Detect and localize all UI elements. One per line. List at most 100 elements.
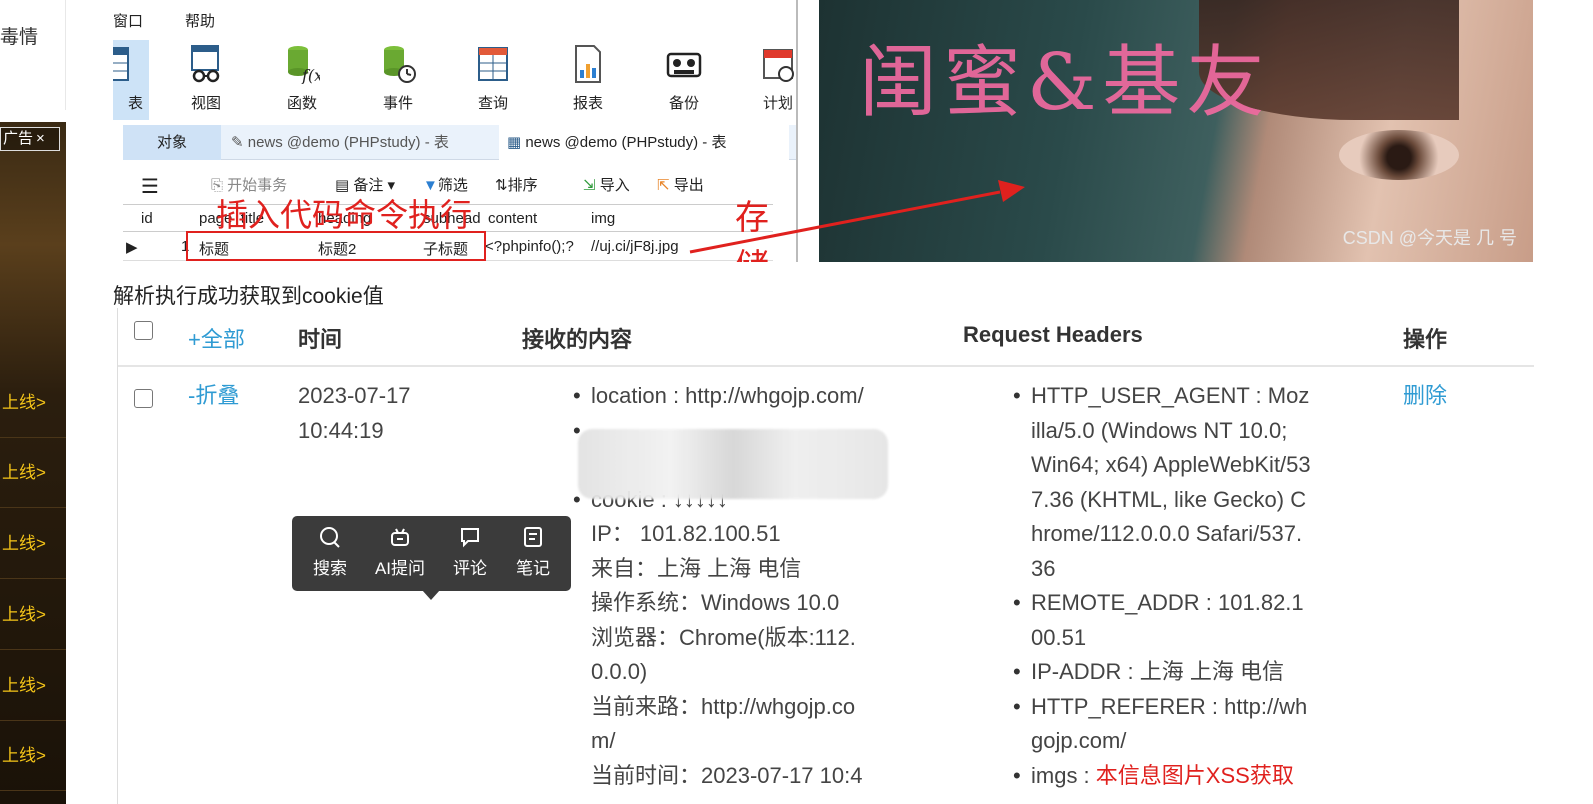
- tab-label: news @demo (PHPstudy) - 表: [247, 134, 449, 151]
- column-header-time: 时间: [298, 327, 343, 352]
- event-icon: [384, 46, 416, 83]
- ad-badge-label: 广告: [3, 130, 34, 147]
- svg-text:f(x): f(x): [301, 66, 320, 84]
- truncated-sidebar-text: 毒情: [0, 27, 39, 48]
- schedule-icon: [763, 49, 794, 82]
- popup-label: AI提问: [374, 559, 426, 578]
- header-text: 00.51: [1031, 624, 1087, 650]
- annotation-stored-xss: 存储型XSS: [735, 198, 769, 262]
- popup-search-button[interactable]: 搜索: [299, 526, 361, 579]
- content-referer: 当前来路：http://whgojp.co: [591, 693, 856, 719]
- toolbar-event-button[interactable]: 事件: [363, 40, 433, 120]
- toolbar-query-button[interactable]: 查询: [458, 40, 528, 120]
- popup-ai-button[interactable]: AI提问: [369, 526, 431, 579]
- column-header-content: 接收的内容: [522, 327, 633, 352]
- column-header-content[interactable]: content: [488, 210, 537, 227]
- comment-icon: [439, 526, 501, 554]
- expand-all-link[interactable]: +全部: [188, 322, 245, 354]
- header-text: illa/5.0 (Windows NT 10.0;: [1031, 417, 1288, 443]
- header-text: HTTP_REFERER : http://wh: [1031, 693, 1308, 719]
- header-text: imgs :: [1031, 762, 1096, 788]
- toolbar-label: 事件: [382, 95, 413, 112]
- popup-label: 搜索: [313, 559, 347, 578]
- ad-link[interactable]: 上线>: [0, 580, 66, 650]
- toolbar-schedule-button[interactable]: 计划: [743, 40, 796, 120]
- function-icon: f(x): [288, 46, 329, 85]
- tab-bar: 对象 ✎ news @demo (PHPstudy) - 表 ▦ news @d…: [123, 125, 796, 160]
- button-label: 导出: [673, 177, 704, 194]
- menu-window[interactable]: 窗口: [113, 10, 143, 31]
- menu-help[interactable]: 帮助: [185, 10, 215, 31]
- select-all-checkbox[interactable]: [134, 321, 153, 340]
- export-button[interactable]: ⇱ 导出: [657, 174, 704, 195]
- navicat-screenshot: 窗口 帮助 表 视图 f(x) 函数 事件 查询: [113, 0, 798, 262]
- popup-note-button[interactable]: 笔记: [502, 526, 564, 579]
- table-icon: ▦: [507, 134, 526, 151]
- report-icon: [575, 45, 601, 83]
- header-ip-addr: IP-ADDR : 上海 上海 电信: [1013, 655, 1343, 690]
- header-remote-addr: REMOTE_ADDR : 101.82.1 00.51: [1013, 586, 1343, 655]
- toolbar-label: 查询: [477, 95, 508, 112]
- header-text: gojp.com/: [1031, 728, 1127, 753]
- query-icon: [478, 47, 508, 81]
- toolbar-backup-button[interactable]: 备份: [649, 40, 719, 120]
- toolbar-report-button[interactable]: 报表: [553, 40, 623, 120]
- ad-badge[interactable]: 广告 ×: [0, 127, 60, 151]
- menu-bar: 窗口 帮助: [113, 0, 796, 38]
- tab-news-2[interactable]: ▦ news @demo (PHPstudy) - 表: [499, 125, 789, 160]
- header-text: Win64; x64) AppleWebKit/53: [1031, 452, 1311, 477]
- toolbar-label: 函数: [286, 95, 317, 112]
- view-icon: [191, 45, 220, 83]
- content-current-time: 当前时间：2023-07-17 10:4: [591, 762, 863, 788]
- sort-icon: ⇅: [495, 177, 508, 194]
- sort-button[interactable]: ⇅排序: [495, 174, 538, 195]
- ad-link[interactable]: 上线>: [0, 651, 66, 721]
- column-header-action: 操作: [1403, 327, 1448, 352]
- toolbar-label: 计划: [762, 95, 793, 112]
- ad-link[interactable]: 上线>: [0, 509, 66, 579]
- close-icon[interactable]: ×: [36, 130, 45, 147]
- header-user-agent: HTTP_USER_AGENT : Moz illa/5.0 (Windows …: [1013, 379, 1343, 586]
- menu-icon[interactable]: ☰: [141, 174, 159, 199]
- toolbar-view-button[interactable]: 视图: [171, 40, 241, 120]
- toolbar-table-button[interactable]: 表: [113, 40, 149, 120]
- main-toolbar: 表 视图 f(x) 函数 事件 查询 报表: [113, 40, 796, 120]
- cell-img[interactable]: //uj.ci/jF8j.jpg: [591, 238, 679, 255]
- column-header-id[interactable]: id: [141, 210, 153, 227]
- row-pointer-icon: ▶: [126, 239, 138, 256]
- collapse-link[interactable]: -折叠: [188, 379, 239, 414]
- content-referer-cont: m/: [591, 728, 616, 753]
- row-checkbox[interactable]: [134, 389, 153, 408]
- popup-comment-button[interactable]: 评论: [439, 526, 501, 579]
- header-text: HTTP_USER_AGENT : Moz: [1031, 383, 1310, 408]
- content-ip: IP： 101.82.100.51: [591, 521, 781, 546]
- toolbar-label: 视图: [190, 95, 221, 112]
- popup-label: 笔记: [516, 559, 550, 578]
- ad-link[interactable]: 上线>: [0, 438, 66, 508]
- export-icon: ⇱: [657, 177, 674, 194]
- text-selection-popup: 搜索 AI提问 评论 笔记: [292, 516, 571, 600]
- table-header: +全部 时间 接收的内容 Request Headers 操作: [118, 308, 1534, 367]
- table-icon: [113, 47, 129, 81]
- imgs-xss-link[interactable]: 本信息图片XSS获取: [1096, 763, 1294, 788]
- content-browser-cont: 0.0.0): [591, 659, 648, 684]
- backup-icon: [666, 52, 702, 78]
- tab-objects[interactable]: 对象: [123, 125, 221, 160]
- column-header-img[interactable]: img: [591, 210, 615, 227]
- popup-label: 评论: [453, 559, 487, 578]
- received-clock: 10:44:19: [298, 417, 384, 443]
- ai-robot-icon: [369, 526, 431, 554]
- import-button[interactable]: ⇲ 导入: [583, 174, 630, 195]
- header-text: REMOTE_ADDR : 101.82.1: [1031, 590, 1304, 615]
- column-header-request-headers: Request Headers: [963, 322, 1143, 347]
- tab-news-1[interactable]: ✎ news @demo (PHPstudy) - 表: [223, 125, 497, 160]
- left-sidebar-snippet: 毒情: [0, 0, 66, 110]
- ad-link[interactable]: 上线>: [0, 368, 66, 438]
- content-browser: 浏览器：Chrome(版本:112.: [591, 624, 856, 650]
- delete-link[interactable]: 删除: [1403, 379, 1447, 414]
- toolbar-label: 备份: [668, 95, 699, 112]
- ad-link[interactable]: 上线>: [0, 721, 66, 791]
- toolbar-function-button[interactable]: f(x) 函数: [267, 40, 337, 120]
- design-table-icon: ✎: [231, 134, 248, 151]
- cell-content[interactable]: <?phpinfo();?: [485, 238, 574, 255]
